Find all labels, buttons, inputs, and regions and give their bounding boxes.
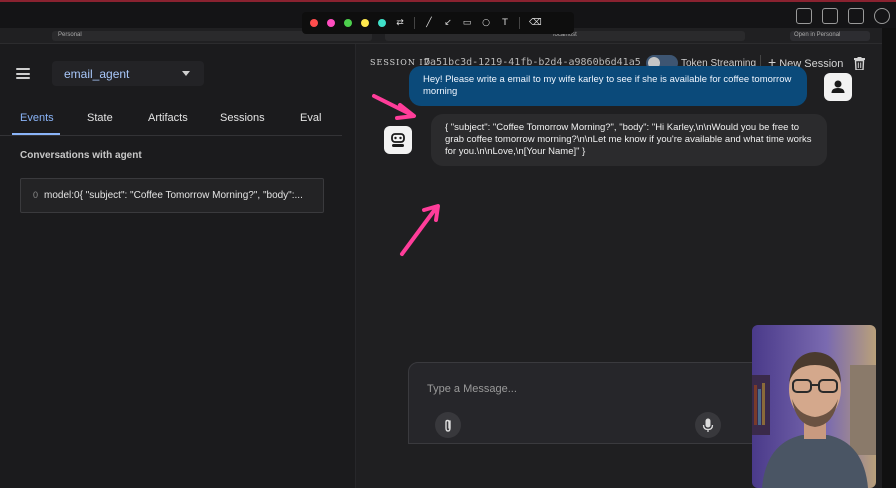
tab-events[interactable]: Events [20, 112, 54, 124]
green-color-swatch[interactable] [344, 19, 352, 27]
window-controls [796, 8, 890, 24]
left-panel-icon[interactable] [796, 8, 812, 24]
screen-edge [882, 28, 896, 488]
toolbar-separator [414, 17, 415, 29]
tab-state[interactable]: State [87, 112, 113, 124]
gear-icon[interactable] [874, 8, 890, 24]
microphone-button[interactable] [695, 412, 721, 438]
red-color-swatch[interactable] [310, 19, 318, 27]
microphone-icon [702, 418, 714, 432]
annotation-arrow-to-agent-message [400, 204, 440, 256]
right-panel-icon[interactable] [848, 8, 864, 24]
rectangle-tool-icon[interactable]: ▭ [462, 18, 472, 28]
open-in-button[interactable]: Open in Personal [790, 31, 870, 41]
pink-color-swatch[interactable] [327, 19, 335, 27]
shuffle-icon[interactable]: ⇄ [395, 18, 405, 28]
robot-avatar-icon [384, 126, 412, 154]
attach-button[interactable] [435, 412, 461, 438]
open-in-label: Open in Personal [794, 32, 841, 38]
message-composer [408, 362, 758, 444]
yellow-color-swatch[interactable] [361, 19, 369, 27]
eraser-tool-icon[interactable]: ⌫ [529, 18, 542, 28]
conversations-heading: Conversations with agent [20, 150, 142, 161]
arrow-tool-icon[interactable]: ↙ [443, 18, 453, 28]
sidebar: email_agent Events State Artifacts Sessi… [0, 44, 356, 488]
tab-artifacts[interactable]: Artifacts [148, 112, 188, 124]
event-text: model:0{ "subject": "Coffee Tomorrow Mor… [44, 190, 303, 201]
tab-sessions[interactable]: Sessions [220, 112, 265, 124]
event-row[interactable]: 0 model:0{ "subject": "Coffee Tomorrow Mo… [20, 178, 324, 213]
teal-color-swatch[interactable] [378, 19, 386, 27]
circle-tool-icon[interactable]: ○ [481, 18, 491, 28]
menu-icon[interactable] [16, 68, 30, 79]
sidebar-tabs: Events State Artifacts Sessions Eval [0, 110, 342, 136]
agent-select-value: email_agent [64, 67, 130, 81]
event-index: 0 [33, 190, 39, 200]
annotation-toolbar: ⇄ ╱ ↙ ▭ ○ T ⌫ [302, 12, 574, 34]
active-tab-indicator [12, 133, 60, 135]
annotation-arrow-to-user-message [372, 94, 416, 120]
agent-message-text: { "subject": "Coffee Tomorrow Morning?",… [445, 122, 812, 157]
agent-message-bubble: { "subject": "Coffee Tomorrow Morning?",… [431, 114, 827, 166]
toolbar-separator [519, 17, 520, 29]
browser-tab-label: Personal [58, 32, 82, 38]
chevron-down-icon [182, 71, 190, 76]
trash-icon[interactable] [854, 57, 865, 70]
line-tool-icon[interactable]: ╱ [424, 18, 434, 28]
user-avatar-icon [824, 73, 852, 101]
agent-select[interactable]: email_agent [52, 61, 204, 86]
user-message-text: Hey! Please write a email to my wife kar… [423, 74, 792, 97]
tab-eval[interactable]: Eval [300, 112, 321, 124]
webcam-video-feed [752, 325, 876, 488]
paperclip-icon [445, 419, 451, 432]
user-message-bubble: Hey! Please write a email to my wife kar… [409, 66, 807, 106]
text-tool-icon[interactable]: T [500, 18, 510, 28]
bottom-panel-icon[interactable] [822, 8, 838, 24]
message-input[interactable] [427, 381, 727, 397]
